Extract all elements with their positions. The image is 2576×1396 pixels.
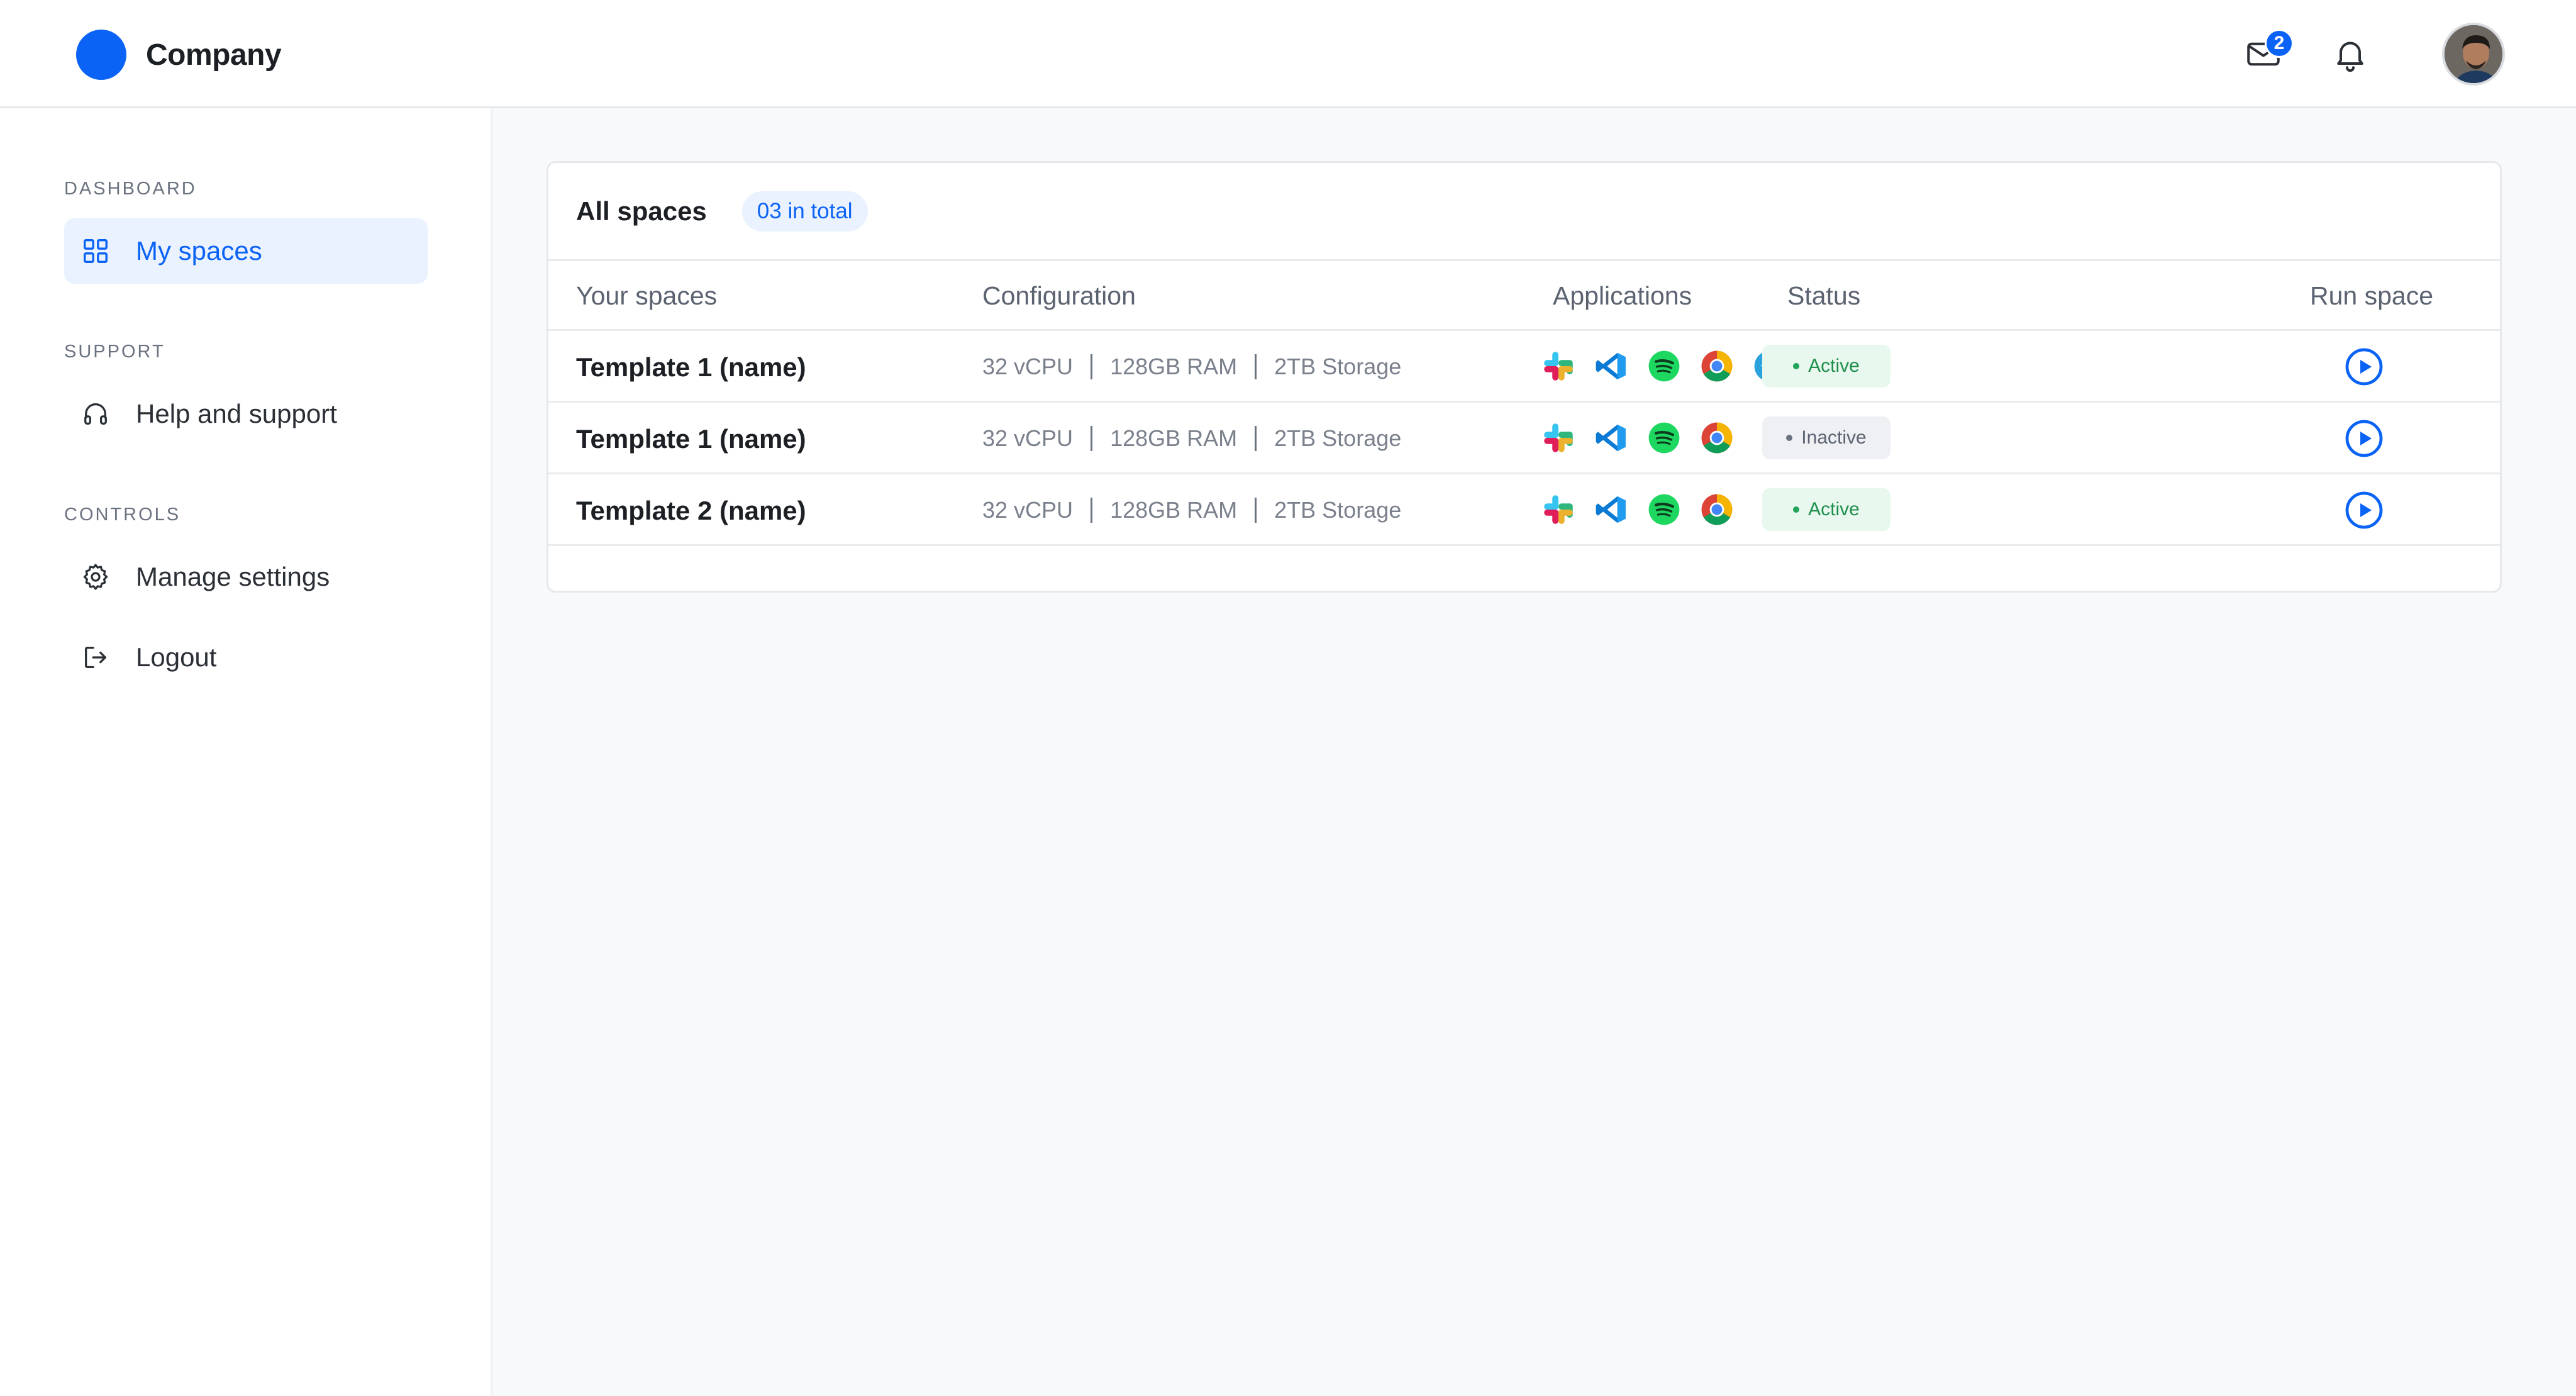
- cpu-value: 32 vCPU: [982, 425, 1074, 451]
- column-header-configuration: Configuration: [982, 281, 1136, 310]
- status-dot: [1786, 435, 1793, 441]
- sidebar-item-label: Manage settings: [136, 562, 330, 591]
- slack-icon: [1541, 492, 1576, 527]
- bell-icon: [2337, 42, 2363, 72]
- status-label: Inactive: [1801, 427, 1867, 448]
- run-space-button[interactable]: [2344, 347, 2384, 387]
- vscode-icon: [1594, 492, 1629, 527]
- run-space-button[interactable]: [2344, 418, 2384, 459]
- section-label-support: SUPPORT: [64, 342, 165, 362]
- status-dot: [1793, 506, 1800, 513]
- slack-icon: [1541, 349, 1576, 384]
- brand[interactable]: Company: [76, 30, 282, 80]
- status-label: Active: [1808, 355, 1860, 376]
- chrome-icon: [1699, 492, 1735, 527]
- sidebar: DASHBOARD My spaces SUPPORT Help and sup…: [0, 108, 492, 1396]
- status-label: Active: [1808, 499, 1860, 520]
- top-actions: 2: [2241, 23, 2505, 86]
- section-label-dashboard: DASHBOARD: [64, 179, 197, 199]
- space-name: Template 1 (name): [576, 352, 806, 382]
- main-content: All spaces 03 in total Your spaces Confi…: [492, 108, 2576, 1396]
- cpu-value: 32 vCPU: [982, 497, 1074, 523]
- spotify-icon: [1646, 492, 1682, 527]
- headphones-icon: [79, 398, 112, 430]
- space-name: Template 1 (name): [576, 424, 806, 454]
- brand-name: Company: [146, 38, 282, 72]
- avatar[interactable]: [2442, 23, 2505, 86]
- configuration: 32 vCPU 128GB RAM 2TB Storage: [982, 497, 1401, 523]
- mail-button[interactable]: 2: [2241, 29, 2294, 77]
- storage-value: 2TB Storage: [1274, 497, 1402, 523]
- column-header-your-spaces: Your spaces: [576, 281, 718, 310]
- status-badge: Active: [1762, 345, 1890, 388]
- applications: [1541, 492, 1752, 527]
- chrome-icon: [1699, 349, 1735, 384]
- table-row[interactable]: Template 2 (name) 32 vCPU 128GB RAM 2TB …: [548, 474, 2500, 546]
- logout-icon: [79, 641, 112, 674]
- chrome-icon: [1699, 420, 1735, 455]
- ram-value: 128GB RAM: [1110, 354, 1238, 379]
- sidebar-item-label: Logout: [136, 642, 217, 672]
- table-header: Your spaces Configuration Applications S…: [548, 261, 2500, 331]
- total-count-badge: 03 in total: [741, 191, 868, 232]
- column-header-status: Status: [1787, 281, 1861, 310]
- top-bar: Company 2: [0, 0, 2576, 108]
- divider: [1255, 426, 1257, 451]
- status-dot: [1793, 363, 1800, 369]
- user-avatar-icon: [2445, 25, 2502, 83]
- slack-icon: [1541, 420, 1576, 455]
- divider: [1255, 354, 1257, 379]
- card-header: All spaces 03 in total: [548, 163, 2500, 261]
- divider: [1091, 498, 1093, 523]
- run-space-button[interactable]: [2344, 490, 2384, 530]
- storage-value: 2TB Storage: [1274, 354, 1402, 379]
- sidebar-item-my-spaces[interactable]: My spaces: [64, 218, 428, 284]
- vscode-icon: [1594, 349, 1629, 384]
- sidebar-item-help-and-support[interactable]: Help and support: [64, 381, 428, 447]
- cpu-value: 32 vCPU: [982, 354, 1074, 379]
- sidebar-item-logout[interactable]: Logout: [64, 625, 428, 690]
- storage-value: 2TB Storage: [1274, 425, 1402, 451]
- ram-value: 128GB RAM: [1110, 425, 1238, 451]
- section-label-controls: CONTROLS: [64, 505, 181, 525]
- spaces-card: All spaces 03 in total Your spaces Confi…: [547, 161, 2502, 593]
- divider: [1255, 498, 1257, 523]
- spotify-icon: [1646, 420, 1682, 455]
- divider: [1091, 426, 1093, 451]
- sidebar-item-label: My spaces: [136, 236, 262, 265]
- spotify-icon: [1646, 349, 1682, 384]
- sidebar-item-manage-settings[interactable]: Manage settings: [64, 544, 428, 610]
- grid-icon: [79, 235, 112, 267]
- gear-icon: [79, 561, 112, 593]
- status-badge: Inactive: [1762, 416, 1890, 459]
- table-row[interactable]: Template 1 (name) 32 vCPU 128GB RAM 2TB …: [548, 331, 2500, 403]
- status-badge: Active: [1762, 488, 1890, 531]
- column-header-applications: Applications: [1553, 281, 1692, 310]
- applications: [1541, 420, 1752, 455]
- company-logo-icon: [76, 30, 126, 80]
- configuration: 32 vCPU 128GB RAM 2TB Storage: [982, 425, 1401, 452]
- ram-value: 128GB RAM: [1110, 497, 1238, 523]
- space-name: Template 2 (name): [576, 496, 806, 525]
- table-row[interactable]: Template 1 (name) 32 vCPU 128GB RAM 2TB …: [548, 403, 2500, 474]
- mail-count-badge: 2: [2265, 29, 2294, 58]
- notifications-button[interactable]: [2328, 31, 2373, 77]
- divider: [1091, 354, 1093, 379]
- configuration: 32 vCPU 128GB RAM 2TB Storage: [982, 354, 1401, 380]
- sidebar-item-label: Help and support: [136, 399, 337, 428]
- column-header-run-space: Run space: [2310, 281, 2434, 310]
- vscode-icon: [1594, 420, 1629, 455]
- page-title: All spaces: [576, 196, 707, 226]
